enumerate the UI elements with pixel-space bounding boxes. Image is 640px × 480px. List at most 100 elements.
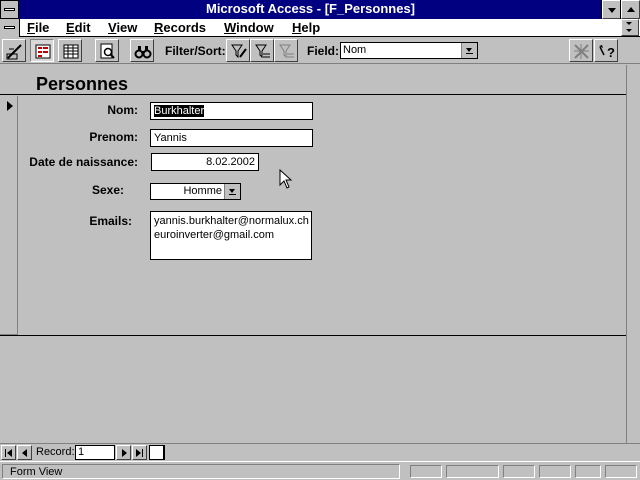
next-record-button[interactable] [116,445,131,460]
form-view-icon [35,44,51,59]
status-indicator-panel [503,465,535,478]
status-text: Form View [10,466,63,478]
form-window: Personnes Nom: Burkhalter Prenom: Yannis… [0,65,640,443]
last-record-icon [136,449,141,457]
find-button[interactable] [130,39,154,62]
last-record-button[interactable] [132,445,147,460]
menu-bar: File Edit View Records Window Help [0,19,640,37]
status-text-panel: Form View [2,464,400,479]
find-icon [134,46,152,59]
menu-help[interactable]: Help [292,20,320,35]
next-record-icon [122,449,127,457]
detail-section-border [0,335,626,336]
prenom-value: Yannis [154,132,187,144]
minimize-icon [608,8,616,13]
form-title: Personnes [36,74,129,94]
mouse-cursor-icon [279,169,293,189]
vertical-scrollbar[interactable] [626,65,640,443]
status-bar: Form View [0,461,640,480]
help-button[interactable]: ? [594,39,618,62]
emails-label: Emails: [89,214,132,228]
email-line: yannis.burkhalter@normalux.ch [154,215,309,227]
menu-file[interactable]: File [27,20,49,35]
prenom-field[interactable]: Yannis [150,129,313,147]
edit-filter-button[interactable] [226,39,250,62]
record-label: Record: [36,446,75,458]
horizontal-scrollbar[interactable] [164,445,626,460]
previous-record-icon [22,449,27,457]
toolbar: Filter/Sort: Field: Nom ? [0,37,640,64]
field-combo-value: Nom [343,44,367,56]
apply-filter-icon [255,44,270,59]
chevron-down-icon [229,189,235,193]
field-label: Field: [307,44,339,58]
prenom-label: Prenom: [89,130,138,144]
bar-icon [142,449,143,457]
dropdown-bar-icon [466,53,473,54]
apply-filter-button[interactable] [250,39,274,62]
bar-icon [5,449,6,457]
form-view-button[interactable] [30,39,54,62]
status-indicator-panel [446,465,499,478]
document-system-menu[interactable] [0,19,20,37]
chevron-down-icon [466,48,472,52]
nom-label: Nom: [107,103,138,117]
status-indicator-panel [539,465,571,478]
system-menu-icon [4,8,15,11]
menu-records[interactable]: Records [154,20,206,35]
document-restore-button[interactable] [621,19,639,36]
menu-window[interactable]: Window [224,20,274,35]
menu-view[interactable]: View [108,20,137,35]
help-icon: ? [599,45,615,60]
previous-record-button[interactable] [17,445,32,460]
nom-field[interactable]: Burkhalter [150,102,313,120]
datasheet-view-icon [63,44,79,59]
field-combo-dropdown-button[interactable] [461,43,477,58]
maximize-icon [627,7,635,12]
status-indicator-panel [605,465,637,478]
build-icon [574,44,589,59]
restore-icon [626,22,632,32]
show-all-records-icon [279,44,294,59]
svg-text:?: ? [607,45,615,60]
date-naissance-label: Date de naissance: [29,155,138,169]
build-button[interactable] [569,39,593,62]
date-naissance-value: 8.02.2002 [206,156,255,168]
first-record-icon [7,449,12,457]
system-menu-button[interactable] [0,0,19,19]
current-record-icon [7,101,13,111]
nom-value: Burkhalter [154,105,205,117]
print-preview-icon [100,43,115,59]
record-selector[interactable] [0,96,18,335]
record-number-value: 1 [78,446,85,458]
sexe-dropdown-button[interactable] [224,184,240,199]
menu-edit[interactable]: Edit [66,20,91,35]
emails-field[interactable]: yannis.burkhalter@normalux.ch euroinvert… [150,211,312,260]
window-title: Microsoft Access - [F_Personnes] [205,1,416,16]
record-number-field[interactable]: 1 [75,445,115,460]
datasheet-view-button[interactable] [58,39,82,62]
design-view-button[interactable] [2,39,26,62]
status-indicator-panel [410,465,442,478]
print-preview-button[interactable] [95,39,119,62]
status-indicator-panel [575,465,601,478]
email-line: euroinverter@gmail.com [154,229,274,241]
field-combo[interactable]: Nom [340,42,478,59]
document-menu-icon [4,26,15,29]
date-naissance-field[interactable]: 8.02.2002 [151,153,259,171]
sexe-combo[interactable]: Homme [150,183,241,200]
maximize-button[interactable] [620,0,640,20]
form-header: Personnes [0,65,626,95]
dropdown-bar-icon [229,194,236,195]
record-navigation-bar: Record: 1 [0,443,640,461]
title-bar: Microsoft Access - [F_Personnes] [0,0,640,20]
first-record-button[interactable] [1,445,16,460]
sexe-value: Homme [183,185,222,197]
minimize-button[interactable] [601,0,622,20]
sexe-label: Sexe: [91,183,124,197]
edit-filter-icon [231,44,247,59]
new-record-box[interactable] [149,445,164,460]
design-view-icon [6,44,22,60]
filter-sort-label: Filter/Sort: [165,44,226,58]
show-all-records-button[interactable] [274,39,298,62]
